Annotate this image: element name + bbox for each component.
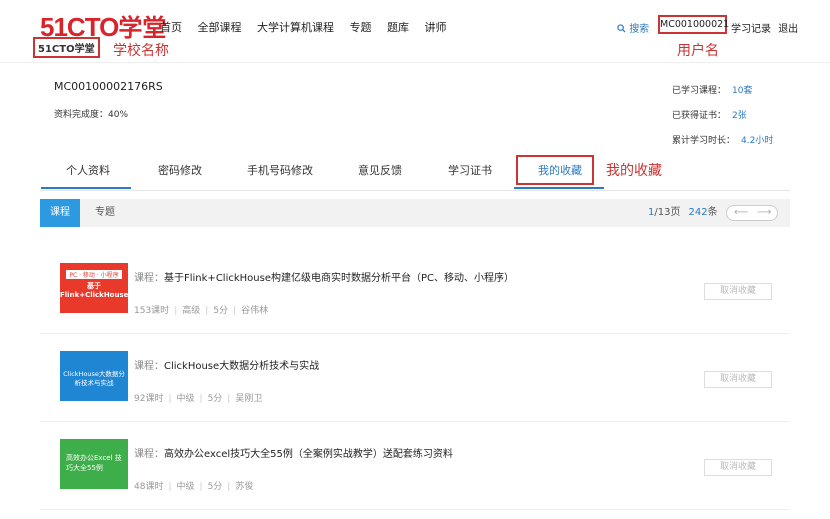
stat-courses: 已学习课程： 10套 <box>672 86 753 96</box>
stat-certificates: 已获得证书： 2张 <box>672 111 747 121</box>
list-divider <box>40 333 790 334</box>
search-button[interactable]: 搜索 <box>617 20 649 35</box>
list-divider <box>40 509 790 510</box>
tab-password[interactable]: 密码修改 <box>158 162 202 178</box>
site-header: 51CTO学堂 51CTO学堂 学校名称 首页 全部课程 大学计算机课程 专题 … <box>0 0 830 62</box>
study-record-link[interactable]: 学习记录 <box>731 24 771 35</box>
favorites-highlight-box <box>516 155 594 185</box>
course-meta: 48课时 | 中级 | 5分 | 苏俊 <box>134 482 254 492</box>
subtab-topics[interactable]: 专题 <box>95 199 115 227</box>
tab-indicator-personal <box>41 187 131 189</box>
course-title[interactable]: 课程：ClickHouse大数据分析技术与实战 <box>134 357 319 372</box>
course-meta: 153课时 | 高级 | 5分 | 谷伟林 <box>134 306 269 316</box>
course-item: PC · 移动 · 小程序 基于Flink+ClickHouse 课程：基于Fl… <box>40 263 790 351</box>
search-label: 搜索 <box>629 24 650 35</box>
prev-page-icon[interactable]: ⟵ <box>734 206 748 220</box>
course-thumbnail[interactable]: PC · 移动 · 小程序 基于Flink+ClickHouse <box>60 263 128 313</box>
pagination-info: 1/13页 242条 <box>648 207 718 218</box>
user-id: MC00100002176RS <box>54 80 163 93</box>
nav-question-bank[interactable]: 题库 <box>387 21 409 34</box>
course-title[interactable]: 课程：基于Flink+ClickHouse构建亿级电商实时数据分析平台（PC、移… <box>134 269 514 284</box>
course-thumbnail[interactable]: ClickHouse大数据分析技术与实战 <box>60 351 128 401</box>
tab-feedback[interactable]: 意见反馈 <box>358 162 402 178</box>
nav-university-cs[interactable]: 大学计算机课程 <box>257 21 334 34</box>
main-nav: 首页 全部课程 大学计算机课程 专题 题库 讲师 <box>160 19 459 35</box>
username-link[interactable]: MC001000021 <box>658 15 729 34</box>
header-links: 学习记录 退出 <box>731 20 798 35</box>
annotation-username: 用户名 <box>677 43 719 59</box>
pagination-buttons: ⟵ ⟶ <box>726 205 778 221</box>
subtab-courses[interactable]: 课程 <box>40 199 80 227</box>
annotation-favorites: 我的收藏 <box>606 163 662 179</box>
list-divider <box>40 421 790 422</box>
logout-link[interactable]: 退出 <box>778 24 798 35</box>
profile-tabs: 个人资料 密码修改 手机号码修改 意见反馈 学习证书 我的收藏 <box>0 152 830 192</box>
annotation-school-name: 学校名称 <box>113 43 169 59</box>
course-thumbnail[interactable]: 高效办公Excel 技巧大全55例 <box>60 439 128 489</box>
tabs-divider <box>40 190 790 191</box>
profile-completion: 资料完成度：40% <box>54 110 129 120</box>
cancel-favorite-button[interactable]: 取消收藏 <box>704 283 772 300</box>
school-name-box: 51CTO学堂 <box>33 37 100 58</box>
course-title[interactable]: 课程：高效办公excel技巧大全55例（全案例实战教学）送配套练习资料 <box>134 445 453 460</box>
tab-personal-info[interactable]: 个人资料 <box>66 162 110 178</box>
nav-teachers[interactable]: 讲师 <box>425 21 447 34</box>
favorites-filter-bar: 课程 专题 1/13页 242条 ⟵ ⟶ <box>40 199 790 227</box>
search-icon <box>617 24 626 33</box>
nav-topics[interactable]: 专题 <box>350 21 372 34</box>
cancel-favorite-button[interactable]: 取消收藏 <box>704 459 772 476</box>
course-meta: 92课时 | 中级 | 5分 | 吴刚卫 <box>134 394 263 404</box>
next-page-icon[interactable]: ⟶ <box>757 206 771 220</box>
tab-indicator-favorites <box>514 187 604 189</box>
header-divider <box>0 62 830 63</box>
nav-home[interactable]: 首页 <box>160 21 182 34</box>
tab-phone[interactable]: 手机号码修改 <box>247 162 313 178</box>
course-item: ClickHouse大数据分析技术与实战 课程：ClickHouse大数据分析技… <box>40 351 790 439</box>
course-item: 高效办公Excel 技巧大全55例 课程：高效办公excel技巧大全55例（全案… <box>40 439 790 519</box>
tab-certificates[interactable]: 学习证书 <box>448 162 492 178</box>
stat-study-time: 累计学习时长： 4.2小时 <box>672 136 774 146</box>
nav-all-courses[interactable]: 全部课程 <box>198 21 242 34</box>
cancel-favorite-button[interactable]: 取消收藏 <box>704 371 772 388</box>
